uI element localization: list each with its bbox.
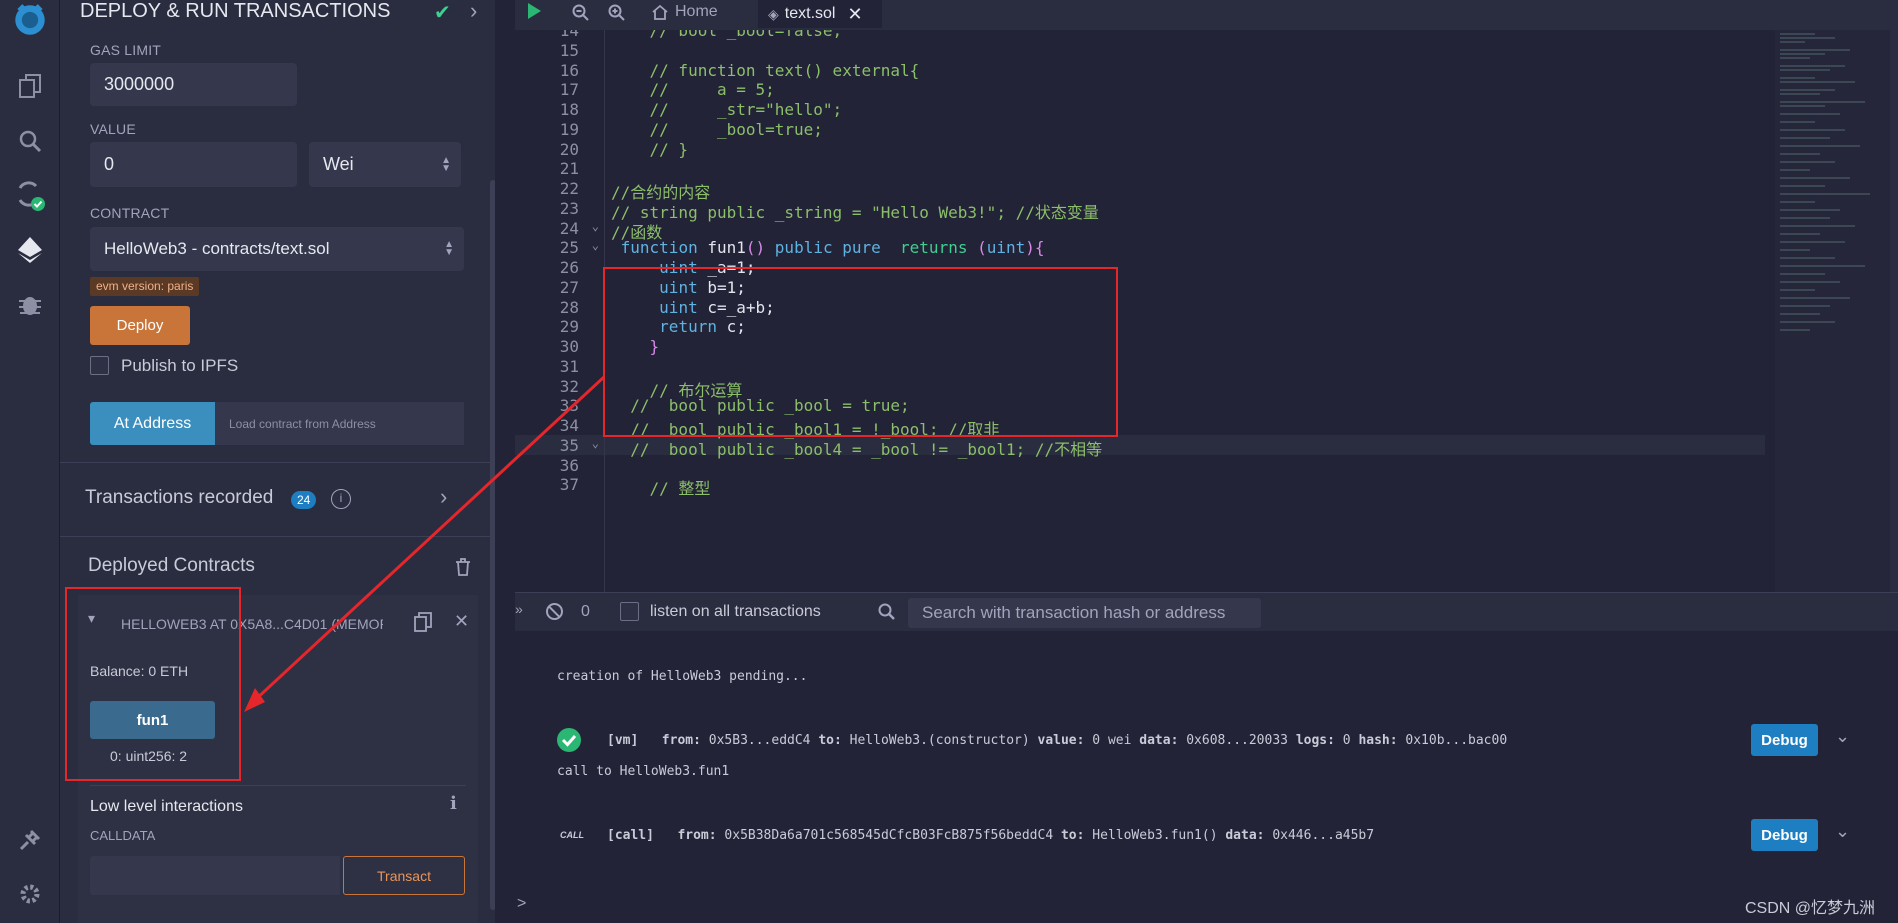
tx1-value: 0 wei: [1092, 733, 1132, 748]
tx2-data: 0x446...a45b7: [1272, 828, 1375, 843]
annotation-box-fun1: [65, 587, 241, 781]
tx1-from-label: from:: [661, 733, 701, 748]
tx1-debug-button[interactable]: Debug: [1751, 724, 1818, 756]
search-icon: [878, 603, 896, 626]
tx1-hash-label: hash:: [1358, 733, 1398, 748]
success-check-icon: [557, 728, 581, 752]
annotation-box-code: [603, 267, 1118, 437]
terminal-toolbar: » 0 listen on all transactions Search wi…: [515, 593, 1898, 631]
tx1-to: HelloWeb3.(constructor): [849, 733, 1030, 748]
creation-pending-message: creation of HelloWeb3 pending...: [557, 669, 808, 684]
tx2-expand-chevron-icon[interactable]: ⌄: [1835, 821, 1850, 842]
tx2-to: HelloWeb3.fun1(): [1092, 828, 1218, 843]
clear-console-icon[interactable]: [546, 603, 563, 620]
tx1-tag: [vm]: [607, 733, 639, 748]
transaction-search-input[interactable]: Search with transaction hash or address: [908, 598, 1261, 628]
listen-all-checkbox[interactable]: [620, 602, 639, 621]
tx1-hash: 0x10b...bac00: [1405, 733, 1508, 748]
tx1-value-label: value:: [1037, 733, 1085, 748]
tx1-data-label: data:: [1139, 733, 1179, 748]
tx2-to-label: to:: [1060, 828, 1085, 843]
annotation-arrow-head: [244, 688, 265, 712]
csdn-watermark: CSDN @忆梦九洲: [1745, 900, 1876, 917]
tx2-data-label: data:: [1225, 828, 1265, 843]
tx1-logs: 0: [1342, 733, 1351, 748]
tx1-data: 0x608...20033: [1186, 733, 1288, 748]
tx1-from: 0x5B3...eddC4: [708, 733, 811, 748]
terminal-panel: » 0 listen on all transactions Search wi…: [515, 592, 1898, 923]
tx2-log-line[interactable]: [call] from: 0x5B38Da6a701c568545dCfcB03…: [607, 828, 1374, 843]
call-icon: CALL: [560, 830, 584, 840]
tx1-expand-chevron-icon[interactable]: ⌄: [1835, 726, 1850, 747]
tx1-log-line[interactable]: [vm] from: 0x5B3...eddC4 to: HelloWeb3.(…: [607, 733, 1507, 748]
tx1-to-label: to:: [818, 733, 842, 748]
tx2-tag: [call]: [607, 828, 654, 843]
terminal-prompt[interactable]: >: [517, 895, 526, 913]
pending-tx-count: 0: [581, 603, 590, 620]
listen-all-label: listen on all transactions: [650, 603, 821, 620]
tx2-from: 0x5B38Da6a701c568545dCfcB03FcB875f56bedd…: [724, 828, 1054, 843]
tx2-from-label: from:: [677, 828, 717, 843]
tx2-debug-button[interactable]: Debug: [1751, 819, 1818, 851]
call-message: call to HelloWeb3.fun1: [557, 764, 730, 779]
collapse-terminal-icon[interactable]: »: [515, 601, 523, 617]
tx1-logs-label: logs:: [1295, 733, 1335, 748]
